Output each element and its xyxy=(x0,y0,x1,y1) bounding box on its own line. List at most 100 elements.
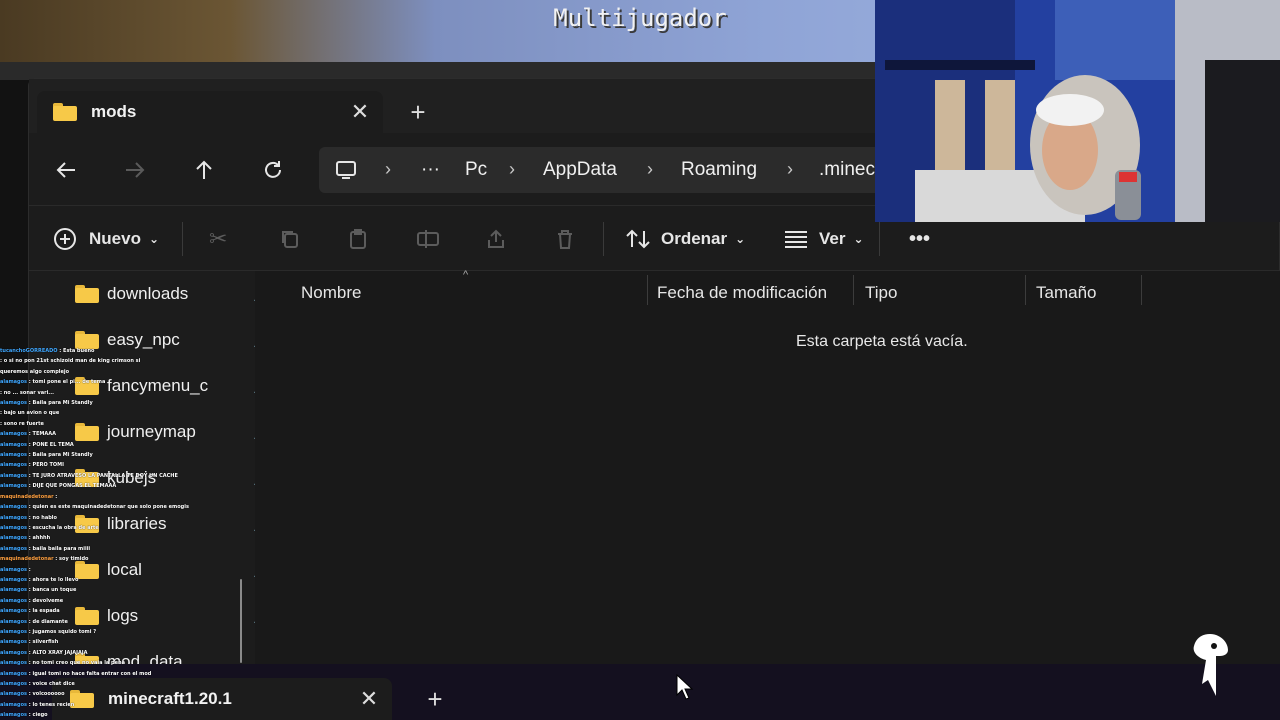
chat-message: alamagos : volcoooooo xyxy=(0,691,65,698)
column-divider xyxy=(647,275,648,305)
chat-message: alamagos : escucha la obra de arte xyxy=(0,524,99,531)
chat-message: alamagos : voice chat dice xyxy=(0,681,75,687)
rename-button[interactable] xyxy=(416,224,440,254)
view-button[interactable]: Ver ⌄ xyxy=(783,224,864,254)
trash-icon xyxy=(558,230,572,249)
delete-button[interactable] xyxy=(554,224,576,254)
column-divider xyxy=(1025,275,1026,305)
tab-mods[interactable]: mods ✕ xyxy=(37,91,383,133)
chat-message: alamagos : la espada xyxy=(0,608,60,615)
chat-message: alamagos : baila baila para miiii xyxy=(0,545,91,552)
up-button[interactable] xyxy=(187,153,221,187)
tab-label: mods xyxy=(91,102,137,121)
chat-message: : o si no pon 21st schizoid man de king … xyxy=(0,358,141,365)
cut-button[interactable]: ✂ xyxy=(209,224,227,254)
chevron-down-icon: ⌄ xyxy=(148,232,160,246)
refresh-icon xyxy=(265,161,281,178)
column-type[interactable]: Tipo xyxy=(865,283,897,303)
close-tab-icon[interactable]: ✕ xyxy=(356,686,382,712)
chat-message: alamagos : ALTO XRAY JAJAJAJA xyxy=(0,649,88,656)
chat-message: alamagos : no hablo xyxy=(0,514,57,521)
chat-message: alamagos : igual tomi no hace falta entr… xyxy=(0,670,152,677)
sort-label: Ordenar xyxy=(661,229,728,248)
breadcrumb-minecraft[interactable]: .minec xyxy=(819,159,875,181)
chat-message: : sono re fuerte xyxy=(0,420,44,427)
arrow-right-icon xyxy=(126,162,145,178)
new-tab-button[interactable]: + xyxy=(420,684,450,714)
chat-message: alamagos : TEMAAA xyxy=(0,431,56,438)
chat-message: alamagos : Baila para Mi Standly xyxy=(0,452,93,459)
nav-item-downloads[interactable]: downloads 📌 xyxy=(75,279,255,309)
share-icon xyxy=(488,229,504,248)
chat-message: alamagos : tomi pone el pi... de tema xyxy=(0,379,106,386)
screen: Multijugador mods ✕ + › ··· Pc › AppData… xyxy=(0,0,1280,720)
empty-folder-message: Esta carpeta está vacía. xyxy=(796,333,968,350)
chat-message: alamagos : PERO TOMI xyxy=(0,462,64,469)
chat-message: alamagos : PONE EL TEMA xyxy=(0,441,74,448)
share-button[interactable] xyxy=(485,224,507,254)
new-button[interactable]: Nuevo ⌄ xyxy=(53,224,159,254)
column-divider xyxy=(853,275,854,305)
back-button[interactable] xyxy=(49,153,83,187)
arrow-up-icon xyxy=(196,160,212,179)
chat-message: alamagos : quien es este maquinadedetona… xyxy=(0,504,189,511)
chat-message: alamagos : TE JURO ATRAVESO LA PANTALLA … xyxy=(0,472,178,479)
forward-button[interactable] xyxy=(118,153,152,187)
chat-message: alamagos : silverfish xyxy=(0,639,59,646)
streamer-webcam-image xyxy=(875,0,1280,222)
chevron-down-icon: ⌄ xyxy=(735,232,746,246)
refresh-button[interactable] xyxy=(256,153,290,187)
new-tab-button[interactable]: + xyxy=(403,97,433,127)
close-tab-icon[interactable]: ✕ xyxy=(347,99,373,125)
monitor-icon xyxy=(335,159,357,186)
view-list-icon xyxy=(785,231,807,248)
column-divider xyxy=(1141,275,1142,305)
column-size[interactable]: Tamaño xyxy=(1036,283,1096,303)
folder-icon xyxy=(75,285,99,303)
breadcrumb-roaming[interactable]: Roaming xyxy=(681,159,757,181)
bird-logo-icon xyxy=(1193,634,1228,696)
breadcrumb-more[interactable]: ··· xyxy=(421,159,440,181)
file-list: ^ Nombre Fecha de modificación Tipo Tama… xyxy=(255,269,1280,669)
chat-message: : bajo un avion o que xyxy=(0,410,60,417)
chevron-right-icon: › xyxy=(385,159,391,179)
scrollbar[interactable] xyxy=(240,579,242,663)
chat-message: tucanchoGORREADO : Esta bueno xyxy=(0,348,95,354)
more-options-button[interactable]: ••• xyxy=(909,224,930,254)
sort-icon xyxy=(626,229,650,249)
copy-button[interactable] xyxy=(279,224,301,254)
chat-message: alamagos : Baila para Mi Standly xyxy=(0,400,93,407)
add-circle-icon xyxy=(54,228,76,250)
breadcrumb-appdata[interactable]: AppData xyxy=(543,159,617,181)
chat-message: queremos algo complejo xyxy=(0,368,70,375)
nav-item-label: downloads xyxy=(107,284,189,303)
chat-message: alamagos : DIJE QUE PONGAS EL TEMAAA xyxy=(0,483,117,490)
chat-message: alamagos : ciego xyxy=(0,712,48,719)
column-date-modified[interactable]: Fecha de modificación xyxy=(657,283,827,303)
copy-icon xyxy=(282,231,298,248)
rename-icon xyxy=(417,230,439,248)
clipboard-icon xyxy=(350,229,366,249)
divider xyxy=(879,222,880,256)
chat-message: alamagos : devolveme xyxy=(0,597,64,604)
divider xyxy=(182,222,183,256)
sort-button[interactable]: Ordenar ⌄ xyxy=(625,224,745,254)
breadcrumb-pc[interactable]: Pc xyxy=(465,159,487,181)
chat-message: alamagos : no tomi creo que no vaia la p… xyxy=(0,660,125,667)
stream-chat-overlay: tucanchoGORREADO : Esta bueno : o si no … xyxy=(0,346,210,720)
chat-message: maquinadedetonar : xyxy=(0,493,58,500)
chat-message: alamagos : ahora te lo llevo xyxy=(0,576,79,583)
new-label: Nuevo xyxy=(89,229,141,248)
chat-message: : no ... sonar vari... xyxy=(0,389,54,396)
chat-message: alamagos : ahhhh xyxy=(0,535,51,542)
chat-message: maquinadedetonar : soy timido xyxy=(0,556,89,563)
folder-icon xyxy=(53,103,77,121)
chat-message: alamagos : banca un toque xyxy=(0,587,77,594)
view-label: Ver xyxy=(819,229,846,248)
paste-button[interactable] xyxy=(347,224,369,254)
column-name[interactable]: Nombre xyxy=(301,283,361,303)
chat-message: alamagos : lo tenes recien xyxy=(0,701,75,708)
chat-message: alamagos : xyxy=(0,566,31,573)
chevron-right-icon: › xyxy=(787,159,793,179)
chevron-down-icon: ⌄ xyxy=(853,232,864,246)
